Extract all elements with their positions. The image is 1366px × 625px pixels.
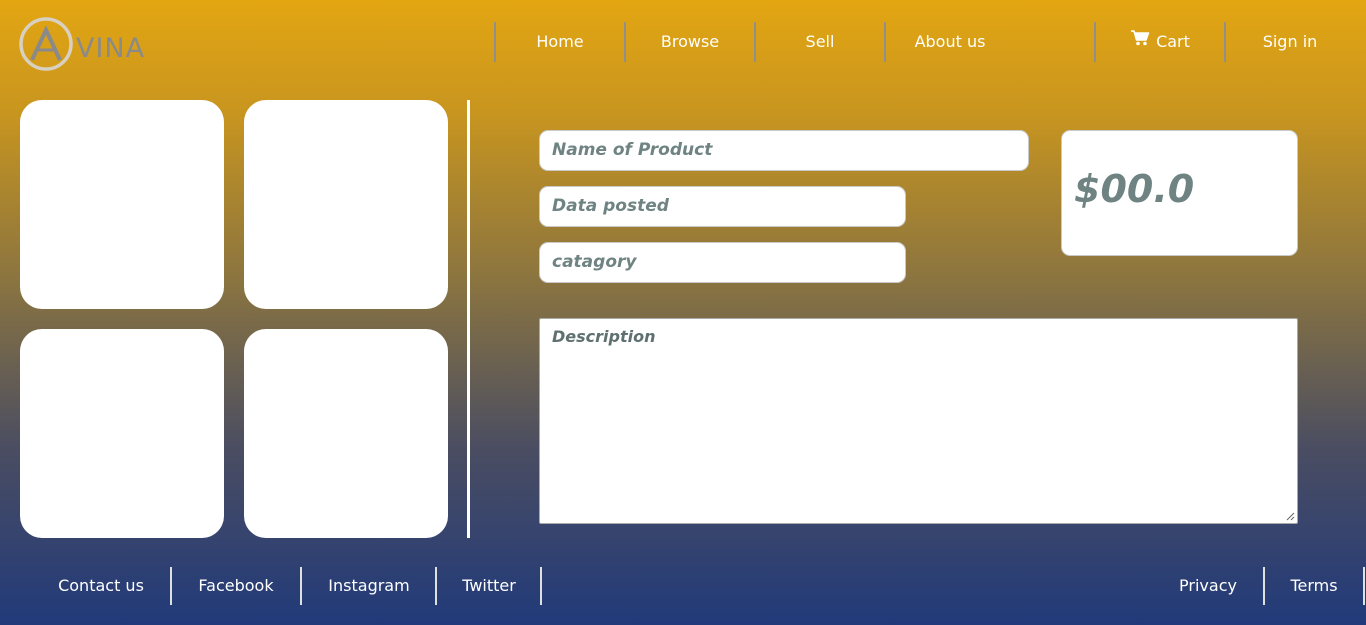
footer-facebook-link[interactable]: Facebook [172, 567, 300, 605]
description-textarea[interactable]: Description [539, 318, 1298, 524]
footer-divider [1363, 567, 1365, 605]
product-image-slot-2[interactable] [244, 100, 448, 309]
footer-terms-link[interactable]: Terms [1265, 567, 1363, 605]
nav-cart-label: Cart [1156, 32, 1190, 51]
nav-signin[interactable]: Sign in [1226, 22, 1354, 62]
category-field[interactable]: catagory [539, 242, 906, 283]
footer-twitter-link[interactable]: Twitter [437, 567, 541, 605]
nav-home[interactable]: Home [496, 22, 624, 62]
footer-privacy-link[interactable]: Privacy [1154, 567, 1262, 605]
top-nav: Home Browse Sell About us Cart Sign in [0, 22, 1366, 62]
date-posted-field[interactable]: Data posted [539, 186, 906, 227]
product-image-slot-3[interactable] [20, 329, 224, 538]
category-placeholder: catagory [552, 252, 637, 272]
footer-divider [540, 567, 542, 605]
footer-contact-link[interactable]: Contact us [38, 567, 164, 605]
nav-browse[interactable]: Browse [626, 22, 754, 62]
product-name-field[interactable]: Name of Product [539, 130, 1029, 171]
nav-about[interactable]: About us [886, 22, 1014, 62]
description-placeholder: Description [552, 327, 656, 346]
product-image-slot-4[interactable] [244, 329, 448, 538]
date-posted-placeholder: Data posted [552, 196, 669, 216]
content-divider [467, 100, 470, 538]
nav-cart[interactable]: Cart [1096, 22, 1224, 62]
cart-icon [1130, 21, 1150, 61]
nav-sell[interactable]: Sell [756, 22, 884, 62]
resize-grip-icon[interactable] [1285, 511, 1295, 521]
footer-instagram-link[interactable]: Instagram [302, 567, 436, 605]
product-image-slot-1[interactable] [20, 100, 224, 309]
price-box[interactable]: $00.0 [1061, 130, 1298, 256]
product-name-placeholder: Name of Product [552, 140, 713, 160]
price-value: $00.0 [1074, 167, 1195, 211]
